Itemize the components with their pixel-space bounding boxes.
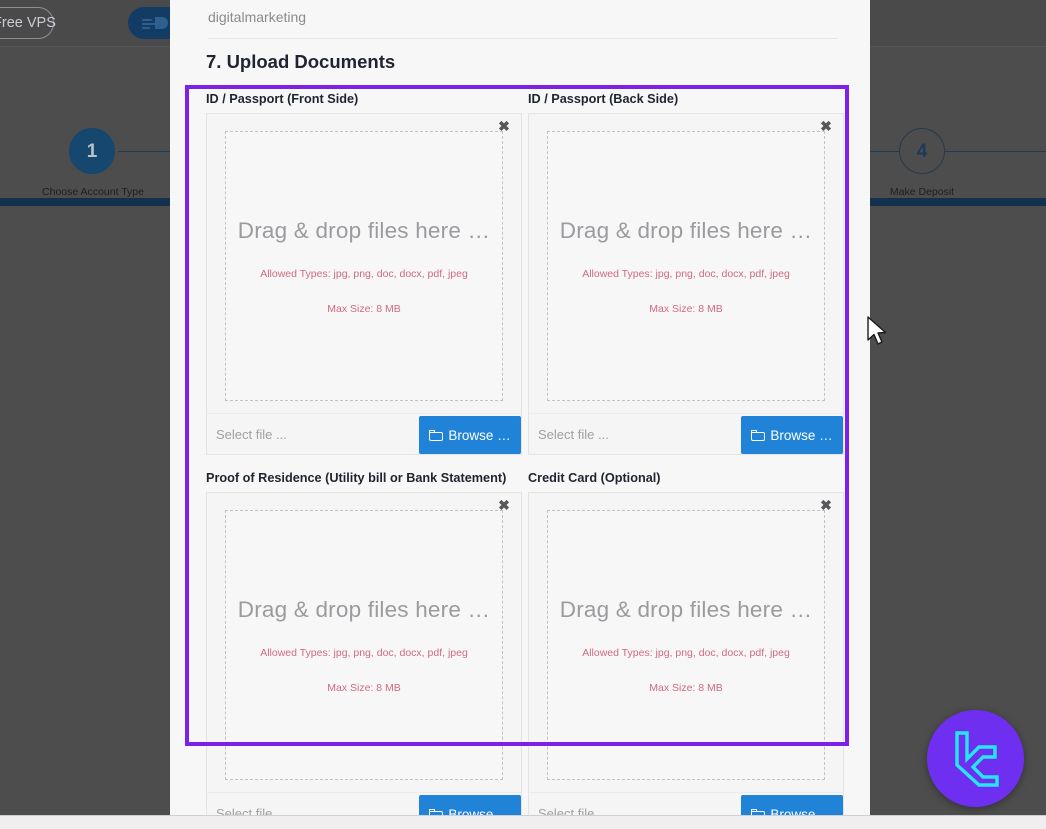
dropzone-allowed-types: Allowed Types: jpg, png, doc, docx, pdf,… — [260, 267, 468, 280]
dropzone[interactable]: Drag & drop files here … Allowed Types: … — [225, 510, 503, 780]
stepper-step-4[interactable]: 4 — [899, 128, 945, 174]
upload-card-label: Proof of Residence (Utility bill or Bank… — [206, 471, 507, 485]
request-free-vps-button[interactable]: Request Free VPS — [0, 7, 56, 39]
browse-button[interactable]: Browse … — [419, 795, 521, 815]
file-input-row: Select file ... Browse … — [528, 413, 844, 455]
folder-icon — [429, 429, 444, 441]
brand-logo-bubble[interactable] — [927, 710, 1024, 807]
screen: Request Free VPS 1 Choose Account Type 4… — [0, 0, 1046, 829]
file-name-text: Select file ... — [216, 427, 287, 442]
breadcrumb-divider — [208, 38, 838, 39]
upload-row: ID / Passport (Front Side) ✖ Drag & drop… — [206, 92, 846, 471]
file-name-text: Select file ... — [538, 806, 609, 815]
stepper-step-1[interactable]: 1 — [69, 128, 115, 174]
dropzone-max-size: Max Size: 8 MB — [649, 302, 723, 315]
file-input-row: Select file ... Browse … — [206, 413, 522, 455]
dropzone-title: Drag & drop files here … — [559, 596, 813, 622]
stepper-step-1-label: Choose Account Type — [42, 186, 144, 198]
browse-button[interactable]: Browse … — [741, 795, 843, 815]
browse-button[interactable]: Browse … — [741, 416, 843, 454]
dropzone[interactable]: Drag & drop files here … Allowed Types: … — [547, 131, 825, 401]
browse-button-label: Browse … — [770, 427, 833, 443]
upload-documents-grid: ID / Passport (Front Side) ✖ Drag & drop… — [206, 92, 846, 815]
dropzone[interactable]: Drag & drop files here … Allowed Types: … — [547, 510, 825, 780]
upload-card-label: Credit Card (Optional) — [528, 471, 661, 485]
dropzone-allowed-types: Allowed Types: jpg, png, doc, docx, pdf,… — [582, 267, 790, 280]
upload-dropzone-container[interactable]: ✖ Drag & drop files here … Allowed Types… — [206, 492, 522, 792]
brand-logo-icon — [955, 731, 999, 787]
stepper-connector-far-right — [945, 151, 1046, 152]
browse-button-label: Browse … — [770, 806, 833, 816]
upload-dropzone-container[interactable]: ✖ Drag & drop files here … Allowed Types… — [528, 113, 844, 413]
dropzone-max-size: Max Size: 8 MB — [327, 302, 401, 315]
folder-icon — [751, 429, 766, 441]
breadcrumb: digitalmarketing — [208, 9, 307, 25]
dropzone-max-size: Max Size: 8 MB — [649, 681, 723, 694]
dropzone-title: Drag & drop files here … — [237, 596, 491, 622]
upload-row: Proof of Residence (Utility bill or Bank… — [206, 471, 846, 815]
dropzone-allowed-types: Allowed Types: jpg, png, doc, docx, pdf,… — [582, 646, 790, 659]
dropzone[interactable]: Drag & drop files here … Allowed Types: … — [225, 131, 503, 401]
file-input-row: Select file ... Browse … — [206, 792, 522, 815]
upload-card-label: ID / Passport (Front Side) — [206, 92, 359, 106]
upload-card-id-back: ID / Passport (Back Side) ✖ Drag & drop … — [528, 92, 844, 455]
file-input-row: Select file ... Browse … — [528, 792, 844, 815]
browse-button-label: Browse … — [448, 806, 511, 816]
language-flag-icon — [142, 17, 168, 29]
browser-bottom-strip — [0, 815, 1046, 829]
browse-button[interactable]: Browse … — [419, 416, 521, 454]
dropzone-title: Drag & drop files here … — [237, 217, 491, 243]
dropzone-allowed-types: Allowed Types: jpg, png, doc, docx, pdf,… — [260, 646, 468, 659]
registration-form-panel: digitalmarketing 7. Upload Documents ID … — [170, 0, 870, 815]
file-name-text: Select file ... — [538, 427, 609, 442]
file-name-text: Select file ... — [216, 806, 287, 815]
upload-card-credit-card: Credit Card (Optional) ✖ Drag & drop fil… — [528, 471, 844, 815]
page-title: 7. Upload Documents — [206, 51, 396, 72]
dropzone-max-size: Max Size: 8 MB — [327, 681, 401, 694]
upload-card-proof-of-residence: Proof of Residence (Utility bill or Bank… — [206, 471, 522, 815]
upload-dropzone-container[interactable]: ✖ Drag & drop files here … Allowed Types… — [206, 113, 522, 413]
upload-dropzone-container[interactable]: ✖ Drag & drop files here … Allowed Types… — [528, 492, 844, 792]
upload-card-id-front: ID / Passport (Front Side) ✖ Drag & drop… — [206, 92, 522, 455]
upload-card-label: ID / Passport (Back Side) — [528, 92, 679, 106]
browse-button-label: Browse … — [448, 427, 511, 443]
dropzone-title: Drag & drop files here … — [559, 217, 813, 243]
